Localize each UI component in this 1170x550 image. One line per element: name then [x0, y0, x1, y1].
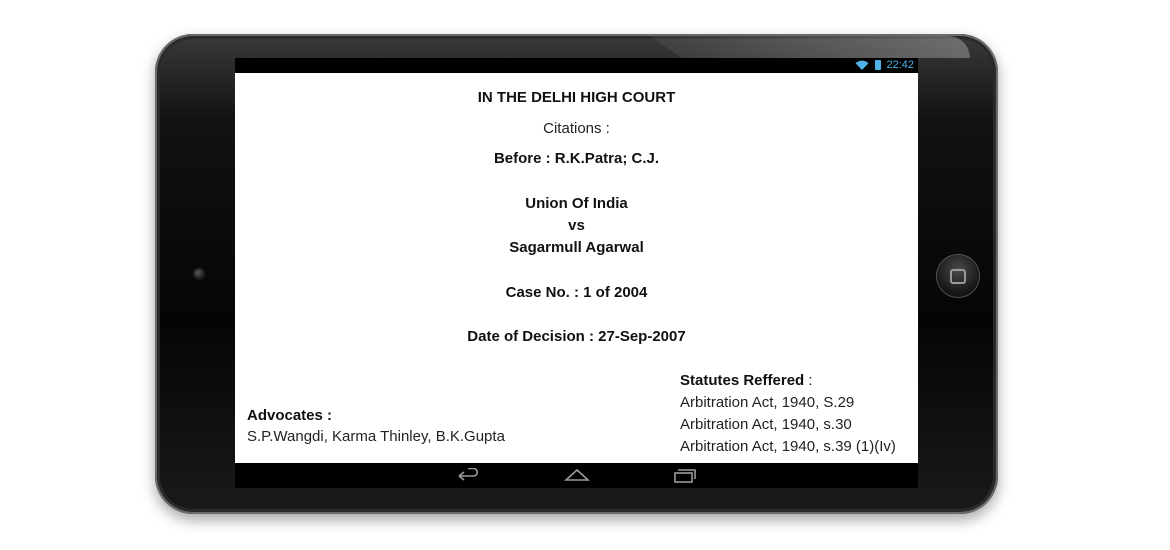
advocates-names: S.P.Wangdi, Karma Thinley, B.K.Gupta	[247, 428, 505, 445]
advocates-section: Advocates : S.P.Wangdi, Karma Thinley, B…	[247, 407, 505, 445]
statutes-section: Statutes Reffered : Arbitration Act, 194…	[680, 370, 896, 458]
bench-judge: Before : R.K.Patra; C.J.	[493, 150, 660, 167]
statutes-colon: :	[804, 372, 813, 389]
statutes-heading: Statutes Reffered :	[680, 370, 896, 392]
respondent-name: Sagarmull Agarwal	[509, 239, 644, 256]
bezel-gloss	[650, 36, 970, 58]
home-button-icon	[950, 269, 966, 284]
versus-label: vs	[568, 217, 585, 234]
statutes-label: Statutes Reffered	[680, 372, 805, 389]
statute-item[interactable]: Arbitration Act, 1940, s.30	[680, 414, 896, 436]
advocates-label: Advocates :	[247, 407, 333, 424]
citations-label: Citations :	[543, 120, 610, 137]
front-camera	[194, 269, 204, 279]
status-time: 22:42	[886, 59, 914, 71]
back-icon[interactable]	[457, 468, 481, 484]
android-nav-bar	[235, 463, 918, 488]
home-icon[interactable]	[564, 468, 590, 482]
petitioner-name: Union Of India	[525, 195, 628, 212]
wifi-icon	[855, 60, 869, 70]
recent-apps-icon[interactable]	[673, 468, 697, 484]
decision-date: Date of Decision : 27-Sep-2007	[467, 328, 686, 345]
judgment-document: IN THE DELHI HIGH COURT Citations : Befo…	[235, 73, 918, 463]
hardware-home-button[interactable]	[937, 255, 979, 297]
statute-item[interactable]: Arbitration Act, 1940, s.39 (1)(Iv)	[680, 436, 896, 458]
case-number: Case No. : 1 of 2004	[505, 284, 648, 301]
tablet-screen: 22:42 IN THE DELHI HIGH COURT Citations …	[235, 58, 918, 488]
battery-icon	[875, 60, 881, 70]
status-bar: 22:42	[235, 58, 918, 73]
statute-item[interactable]: Arbitration Act, 1940, S.29	[680, 392, 896, 414]
court-name: IN THE DELHI HIGH COURT	[477, 89, 676, 106]
